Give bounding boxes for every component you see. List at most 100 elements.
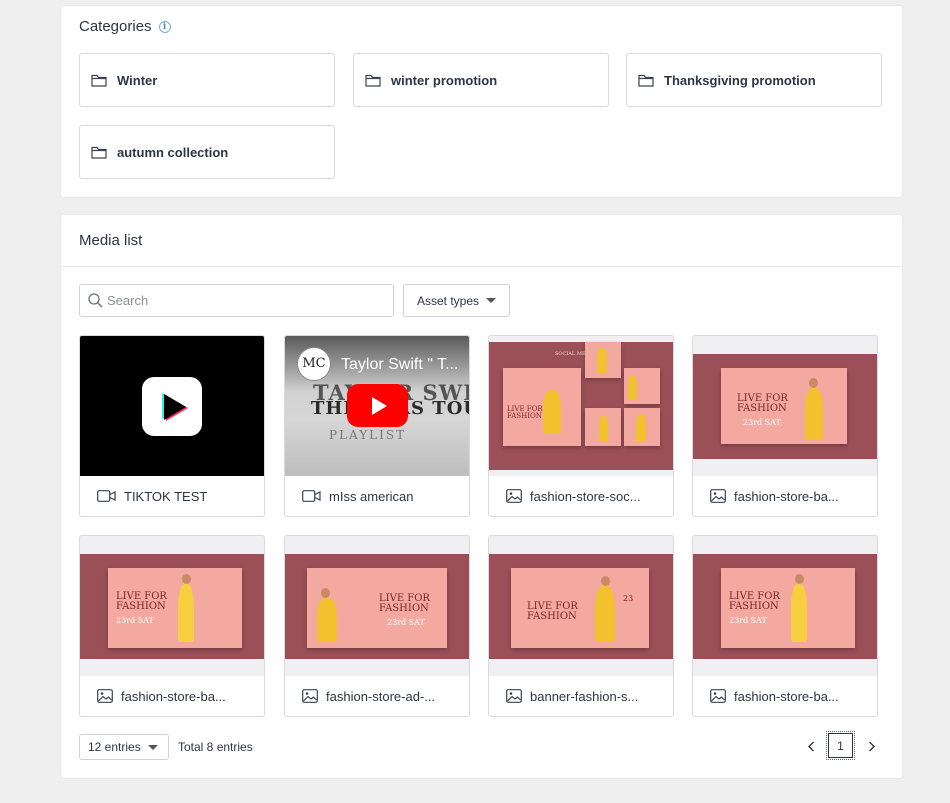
media-item[interactable]: LIVE FOR FASHION 23rd SAT fashion-store-…: [79, 535, 265, 717]
category-label: Thanksgiving promotion: [664, 72, 816, 88]
category-label: Winter: [117, 72, 158, 88]
divider: [61, 266, 902, 267]
media-item[interactable]: TIKTOK TEST: [79, 335, 265, 517]
search-input[interactable]: [107, 293, 377, 308]
search-icon: [88, 293, 103, 308]
video-icon: [97, 490, 116, 502]
thumbnail-text: 23rd SAT: [116, 616, 154, 625]
thumbnail-figure-head: [809, 378, 818, 388]
thumbnail-text: 23rd SAT: [729, 616, 767, 625]
thumbnail-card: LIVE FOR FASHION: [503, 368, 581, 446]
image-icon: [710, 689, 726, 703]
thumbnail-text: FASHION: [379, 603, 429, 614]
media-item-name: fashion-store-ba...: [734, 488, 839, 504]
thumbnail-card: LIVE FOR FASHION 23rd SAT: [307, 568, 447, 648]
thumbnail-figure: [595, 586, 615, 642]
search-box[interactable]: [79, 284, 394, 317]
thumbnail-text: FASHION: [527, 611, 577, 622]
chevron-left-icon: [808, 741, 814, 751]
chevron-right-icon: [869, 741, 875, 751]
media-item-name: fashion-store-ba...: [734, 688, 839, 704]
caret-down-icon: [147, 744, 158, 750]
prev-page-button[interactable]: [803, 736, 819, 756]
folder-icon: [91, 146, 107, 159]
image-thumbnail: LIVE FOR FASHION 23rd SAT: [285, 536, 469, 676]
thumbnail-text: FASHION: [737, 403, 787, 414]
video-thumbnail: [80, 336, 264, 476]
categories-header: Categories i: [79, 18, 171, 35]
folder-icon: [91, 74, 107, 87]
media-list-panel: Media list Asset types TIKTOK TEST TAY: [61, 215, 902, 778]
category-winter-promotion[interactable]: winter promotion: [353, 53, 609, 107]
thumbnail-figure-head: [601, 576, 610, 586]
folder-icon: [365, 74, 381, 87]
media-item-footer: banner-fashion-s...: [489, 676, 673, 716]
thumbnail-figure: [317, 598, 337, 642]
media-item[interactable]: TAYLOR SWIFT THE ERAS TOUR PLAYLIST MC T…: [284, 335, 470, 517]
info-icon[interactable]: i: [158, 20, 171, 33]
image-thumbnail: SOCIAL MEDIA POST LIVE FOR FASHION: [489, 336, 673, 476]
image-icon: [506, 689, 522, 703]
thumbnail-text: 23: [623, 594, 634, 603]
thumbnail-figure: [805, 388, 823, 440]
media-item[interactable]: LIVE FOR FASHION 23rd SAT fashion-store-…: [284, 535, 470, 717]
media-item-footer: mIss american: [285, 476, 469, 516]
image-icon: [506, 489, 522, 503]
asset-types-dropdown[interactable]: Asset types: [403, 284, 510, 317]
thumbnail-figure: [628, 376, 637, 400]
page-number[interactable]: 1: [826, 731, 855, 760]
thumbnail-text: 23rd SAT: [743, 418, 781, 427]
media-item-name: mIss american: [329, 488, 414, 504]
total-entries: Total 8 entries: [178, 740, 253, 754]
media-item-name: fashion-store-ad-...: [326, 688, 436, 704]
entries-label: 12 entries: [88, 740, 141, 754]
thumbnail-figure: [543, 390, 561, 434]
media-item[interactable]: LIVE FOR FASHION 23rd SAT fashion-store-…: [692, 335, 878, 517]
media-item[interactable]: LIVE FOR FASHION 23 banner-fashion-s...: [488, 535, 674, 717]
thumbnail-card: [585, 342, 621, 378]
media-item-name: fashion-store-ba...: [121, 688, 226, 704]
media-item[interactable]: LIVE FOR FASHION 23rd SAT fashion-store-…: [692, 535, 878, 717]
category-autumn-collection[interactable]: autumn collection: [79, 125, 335, 179]
media-item-name: fashion-store-soc...: [530, 488, 641, 504]
thumbnail-figure: [597, 348, 607, 374]
thumbnail-card: LIVE FOR FASHION 23rd SAT: [721, 568, 855, 648]
media-item-name: TIKTOK TEST: [124, 488, 208, 504]
category-winter[interactable]: Winter: [79, 53, 335, 107]
thumbnail-background: LIVE FOR FASHION 23rd SAT: [693, 554, 877, 659]
thumbnail-figure-head: [795, 574, 804, 584]
media-item-footer: fashion-store-soc...: [489, 476, 673, 516]
image-thumbnail: LIVE FOR FASHION 23: [489, 536, 673, 676]
thumbnail-figure-head: [182, 574, 191, 584]
thumbnail-card: [585, 408, 621, 446]
asset-types-label: Asset types: [416, 293, 480, 308]
media-item[interactable]: SOCIAL MEDIA POST LIVE FOR FASHION fashi…: [488, 335, 674, 517]
image-icon: [97, 689, 113, 703]
media-item-footer: fashion-store-ba...: [693, 476, 877, 516]
next-page-button[interactable]: [864, 736, 880, 756]
media-item-footer: TIKTOK TEST: [80, 476, 264, 516]
categories-panel: Categories i Winter winter promotion Tha…: [61, 6, 902, 197]
thumbnail-figure: [599, 416, 608, 442]
thumbnail-figure: [636, 414, 646, 442]
thumbnail-subtext: PLAYLIST: [329, 428, 407, 442]
video-icon: [302, 490, 321, 502]
thumbnail-background: LIVE FOR FASHION 23rd SAT: [693, 354, 877, 459]
category-thanksgiving-promotion[interactable]: Thanksgiving promotion: [626, 53, 882, 107]
thumbnail-text: FASHION: [729, 601, 779, 612]
thumbnail-figure: [178, 584, 194, 642]
thumbnail-background: LIVE FOR FASHION 23rd SAT: [80, 554, 264, 659]
media-item-name: banner-fashion-s...: [530, 688, 639, 704]
thumbnail-card: LIVE FOR FASHION 23rd SAT: [721, 368, 847, 444]
caret-down-icon: [486, 298, 497, 303]
thumbnail-figure: [791, 584, 807, 642]
entries-per-page-dropdown[interactable]: 12 entries: [79, 734, 169, 760]
category-label: autumn collection: [117, 144, 229, 160]
thumbnail-card: [624, 408, 660, 446]
channel-avatar: MC: [297, 347, 331, 381]
youtube-play-icon: [347, 384, 408, 427]
media-item-footer: fashion-store-ba...: [693, 676, 877, 716]
thumbnail-card: LIVE FOR FASHION 23rd SAT: [108, 568, 242, 648]
category-label: winter promotion: [391, 72, 498, 88]
thumbnail-card: LIVE FOR FASHION 23: [511, 568, 649, 648]
